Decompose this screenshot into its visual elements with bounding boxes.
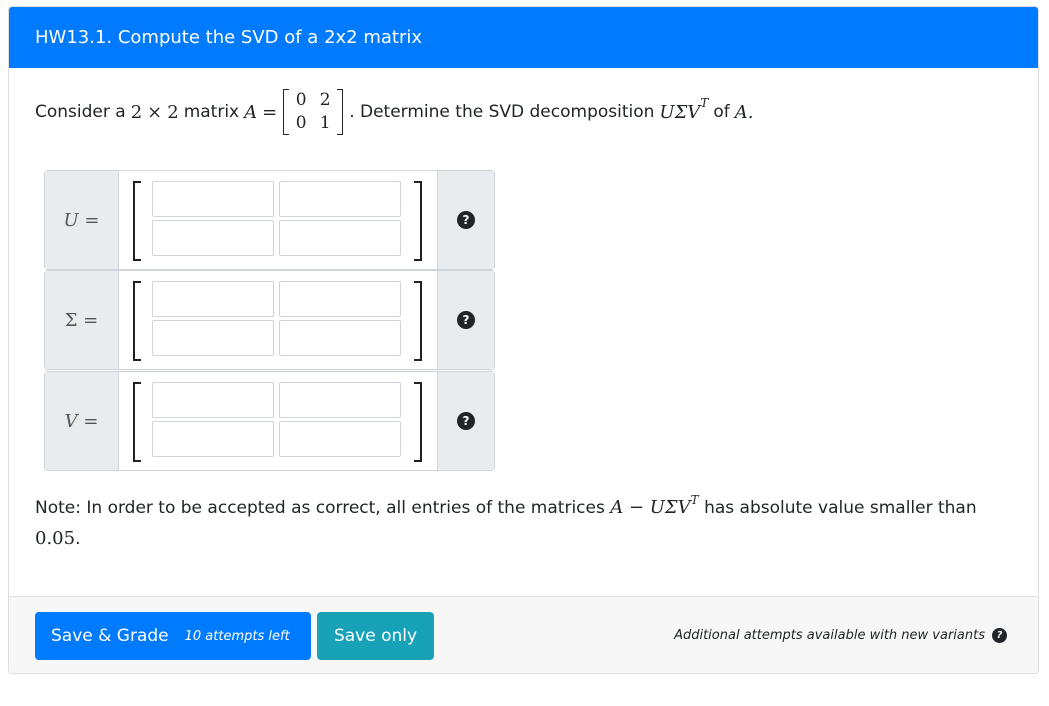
question-card: HW13.1. Compute the SVD of a 2x2 matrix …	[8, 6, 1039, 674]
matrix-a: 0 2 0 1	[283, 89, 344, 135]
question-circle-icon: ?	[457, 412, 475, 430]
matrix-sigma-entries	[119, 271, 437, 369]
u-entry-1-1[interactable]	[152, 181, 274, 217]
save-only-button[interactable]: Save only	[317, 612, 434, 660]
matrix-var-a: A	[244, 101, 258, 123]
left-bracket	[133, 181, 141, 261]
question-circle-icon: ?	[457, 211, 475, 229]
sigma-entry-2-1[interactable]	[152, 320, 274, 356]
note-end: .	[75, 529, 81, 549]
u-entry-1-2[interactable]	[279, 181, 401, 217]
note-part: has absolute value smaller than	[704, 498, 977, 518]
of-text: of	[713, 102, 730, 122]
matrix-v-entries	[119, 372, 437, 470]
matrix-label-text: Σ =	[64, 309, 99, 331]
help-button-sigma[interactable]: ?	[437, 271, 494, 369]
help-button-u[interactable]: ?	[437, 171, 494, 269]
matrix-label-u: U =	[45, 171, 119, 269]
v-entry-2-2[interactable]	[279, 421, 401, 457]
intro-text: Consider a	[35, 102, 126, 122]
help-button-v[interactable]: ?	[437, 372, 494, 470]
matrix-label-sigma: Σ =	[45, 271, 119, 369]
matrix-input-v: V = ?	[44, 371, 495, 471]
left-bracket	[133, 382, 141, 462]
usv-expr: UΣV	[659, 101, 701, 123]
note-expr: A − UΣV	[610, 497, 691, 518]
matrix-input-u: U = ?	[44, 170, 495, 270]
note-part: Note: In order to be accepted as correct…	[35, 498, 605, 518]
matrix-u-entries	[119, 171, 437, 269]
matrix-label-text: U =	[63, 209, 100, 231]
question-circle-icon[interactable]: ?	[992, 628, 1007, 643]
matrix-word: matrix	[183, 102, 240, 122]
transpose-sup: T	[690, 493, 699, 507]
tolerance-value: 0.05	[35, 528, 76, 549]
u-entry-2-1[interactable]	[152, 220, 274, 256]
transpose-sup: T	[700, 96, 709, 110]
question-title: HW13.1. Compute the SVD of a 2x2 matrix	[35, 27, 423, 48]
card-header: HW13.1. Compute the SVD of a 2x2 matrix	[9, 7, 1038, 68]
v-entry-2-1[interactable]	[152, 421, 274, 457]
matrix-input-sigma: Σ = ?	[44, 270, 495, 370]
matrix-a-entry: 1	[319, 113, 331, 133]
u-entry-2-2[interactable]	[279, 220, 401, 256]
save-grade-label: Save & Grade	[51, 626, 169, 646]
card-footer: Save & Grade 10 attempts left Save only …	[9, 596, 1038, 673]
sigma-entry-1-2[interactable]	[279, 281, 401, 317]
right-bracket	[414, 281, 422, 361]
question-circle-icon: ?	[457, 311, 475, 329]
matrix-label-text: V =	[64, 410, 99, 432]
matrix-label-v: V =	[45, 372, 119, 470]
sigma-entry-2-2[interactable]	[279, 320, 401, 356]
note-text: Note: In order to be accepted as correct…	[35, 493, 1015, 554]
times-symbol: ×	[147, 101, 163, 123]
right-bracket	[414, 382, 422, 462]
determine-text: . Determine the SVD decomposition	[349, 102, 655, 122]
v-entry-1-1[interactable]	[152, 382, 274, 418]
dim-rows: 2	[130, 101, 143, 123]
matrix-a-entry: 0	[295, 90, 307, 110]
dim-cols: 2	[167, 101, 179, 123]
equals-symbol: =	[262, 101, 278, 123]
additional-attempts-note: Additional attempts available with new v…	[674, 628, 1007, 643]
save-grade-button[interactable]: Save & Grade 10 attempts left	[35, 612, 311, 660]
left-bracket	[133, 281, 141, 361]
additional-text: Additional attempts available with new v…	[674, 628, 985, 643]
matrix-a-entry: 0	[295, 113, 307, 133]
matrix-a-entry: 2	[319, 90, 331, 110]
v-entry-1-2[interactable]	[279, 382, 401, 418]
sigma-entry-1-1[interactable]	[152, 281, 274, 317]
question-statement: Consider a 2 × 2 matrix A = 0 2 0 1 . De…	[35, 87, 753, 137]
attempts-left: 10 attempts left	[184, 628, 290, 644]
matrix-var-a-end: A.	[734, 101, 754, 123]
right-bracket	[414, 181, 422, 261]
